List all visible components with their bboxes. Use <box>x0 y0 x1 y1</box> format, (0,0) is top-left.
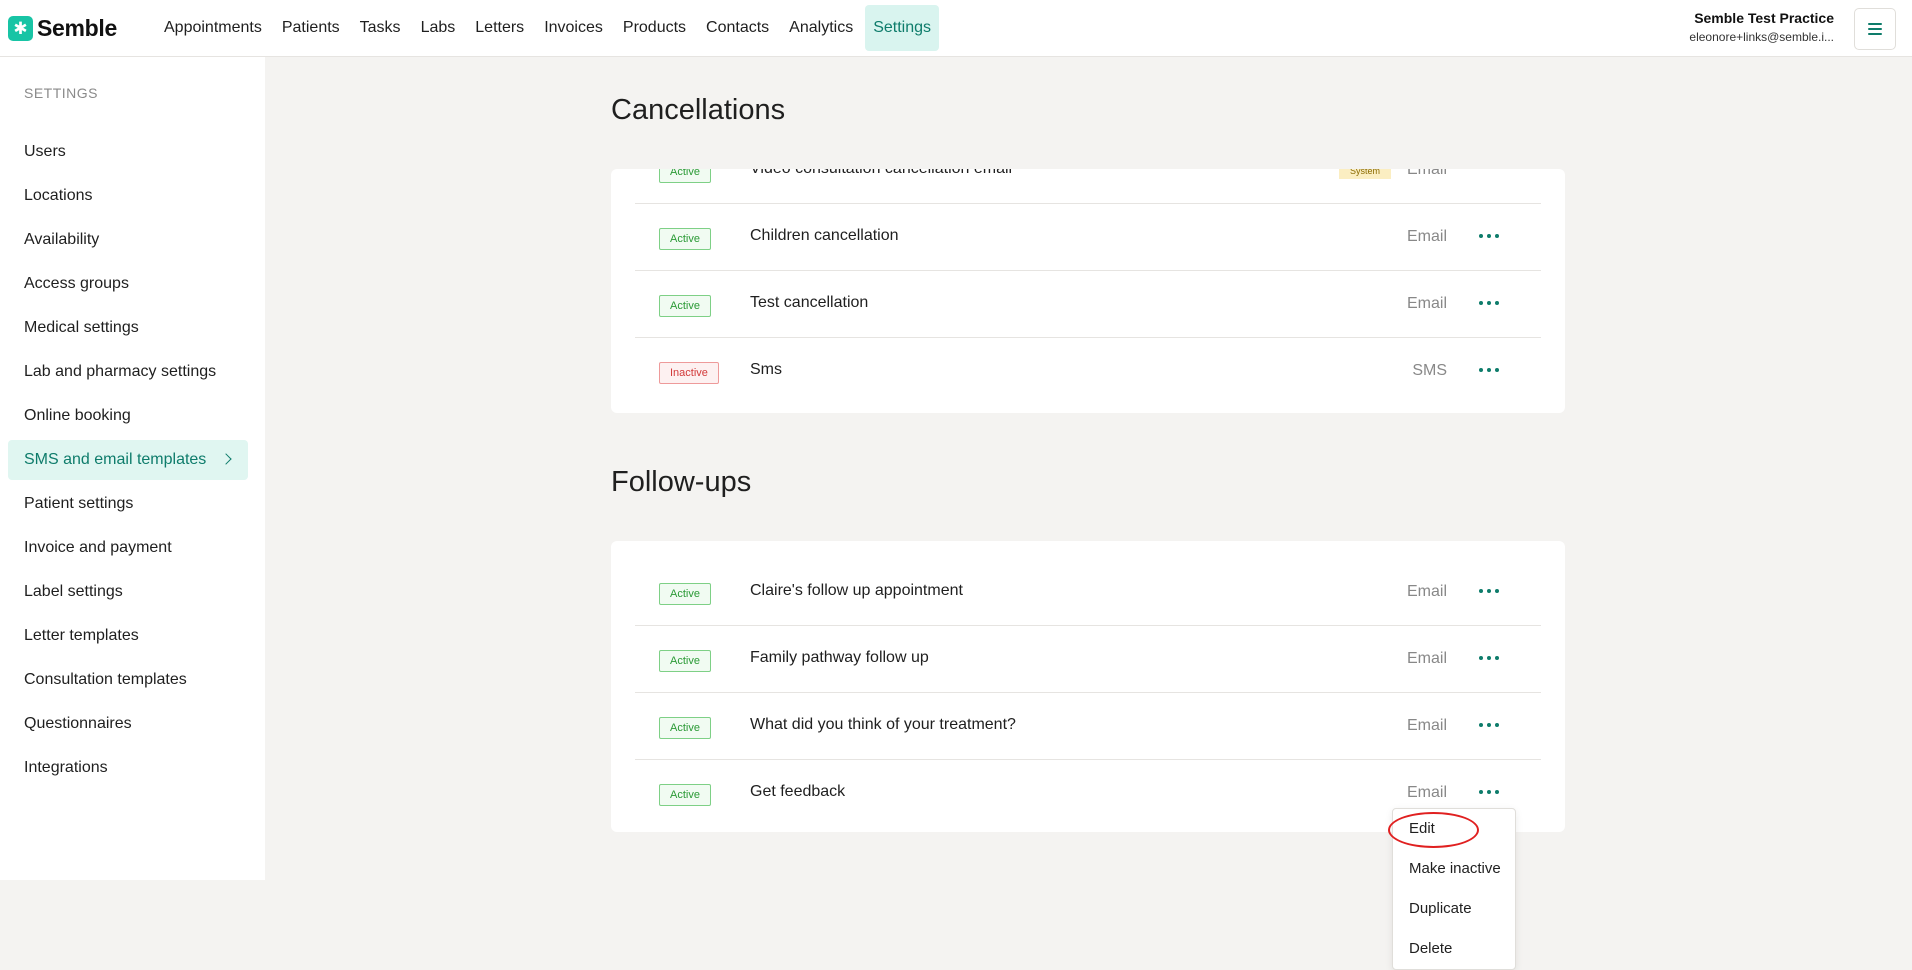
row-actions-menu: Edit Make inactive Duplicate Delete <box>1392 808 1516 970</box>
main-menu-button[interactable] <box>1854 8 1896 50</box>
menu-item-duplicate[interactable]: Duplicate <box>1409 900 1472 917</box>
menu-item-edit[interactable]: Edit <box>1409 820 1435 837</box>
template-type: Email <box>1406 169 1447 178</box>
nav-appointments[interactable]: Appointments <box>156 5 270 51</box>
more-options-icon[interactable] <box>1477 226 1501 246</box>
brand-name: Semble <box>37 14 118 41</box>
nav-labs[interactable]: Labs <box>413 5 464 51</box>
nav-products[interactable]: Products <box>615 5 694 51</box>
template-type: Email <box>1406 583 1447 600</box>
sidebar-list: Users Locations Availability Access grou… <box>8 132 248 792</box>
more-options-icon[interactable] <box>1477 293 1501 313</box>
status-badge: Inactive <box>659 362 719 384</box>
menu-item-make-inactive[interactable]: Make inactive <box>1409 860 1501 877</box>
cancellations-card: Active Video consultation cancellation e… <box>611 169 1565 413</box>
nav-invoices[interactable]: Invoices <box>536 5 611 51</box>
nav-analytics[interactable]: Analytics <box>781 5 861 51</box>
sidebar-item-medical-settings[interactable]: Medical settings <box>8 308 248 348</box>
template-type: SMS <box>1412 362 1447 379</box>
semble-logo-icon: ✱ <box>8 15 33 41</box>
sidebar-item-questionnaires[interactable]: Questionnaires <box>8 704 248 744</box>
nav-letters[interactable]: Letters <box>467 5 532 51</box>
chevron-right-icon <box>220 453 232 465</box>
status-badge: Active <box>659 295 711 317</box>
template-name: What did you think of your treatment? <box>750 716 1016 733</box>
sidebar-item-label: SMS and email templates <box>24 451 207 468</box>
more-options-icon[interactable] <box>1477 715 1501 735</box>
table-row[interactable]: Active Test cancellation Email <box>635 271 1541 338</box>
table-row[interactable]: Active Family pathway follow up Email <box>635 626 1541 693</box>
account-info[interactable]: Semble Test Practice eleonore+links@semb… <box>1654 10 1834 44</box>
practice-name: Semble Test Practice <box>1694 10 1834 26</box>
sidebar-heading: SETTINGS <box>24 85 99 101</box>
cancellations-title: Cancellations <box>611 94 786 126</box>
template-type: Email <box>1406 650 1447 667</box>
sidebar-item-sms-email-templates[interactable]: SMS and email templates <box>8 440 248 480</box>
table-row[interactable]: Active Claire's follow up appointment Em… <box>635 559 1541 626</box>
status-badge: Active <box>659 228 711 250</box>
semble-logo[interactable]: ✱ Semble <box>8 15 148 42</box>
status-badge: Active <box>659 784 711 806</box>
template-name: Children cancellation <box>750 227 899 244</box>
template-type: Email <box>1406 784 1447 801</box>
followups-title: Follow-ups <box>611 466 752 498</box>
template-name: Claire's follow up appointment <box>750 582 963 599</box>
more-options-icon[interactable] <box>1477 360 1501 380</box>
settings-sidebar: SETTINGS Users Locations Availability Ac… <box>0 57 265 880</box>
main-nav: Appointments Patients Tasks Labs Letters… <box>156 0 943 56</box>
sidebar-item-locations[interactable]: Locations <box>8 176 248 216</box>
sidebar-item-label-settings[interactable]: Label settings <box>8 572 248 612</box>
nav-patients[interactable]: Patients <box>274 5 348 51</box>
top-navigation-bar: ✱ Semble Appointments Patients Tasks Lab… <box>0 0 1912 57</box>
sidebar-item-access-groups[interactable]: Access groups <box>8 264 248 304</box>
hamburger-icon <box>1868 23 1882 35</box>
sidebar-item-letter-templates[interactable]: Letter templates <box>8 616 248 656</box>
template-name: Get feedback <box>750 783 846 800</box>
status-badge: Active <box>659 583 711 605</box>
more-options-icon[interactable] <box>1477 648 1501 668</box>
system-tag: System <box>1339 169 1391 179</box>
table-row[interactable]: Inactive Sms SMS <box>635 338 1541 405</box>
sidebar-item-lab-pharmacy[interactable]: Lab and pharmacy settings <box>8 352 248 392</box>
sidebar-item-invoice-payment[interactable]: Invoice and payment <box>8 528 248 568</box>
status-badge: Active <box>659 650 711 672</box>
sidebar-item-online-booking[interactable]: Online booking <box>8 396 248 436</box>
account-email: eleonore+links@semble.i... <box>1689 30 1834 44</box>
nav-settings[interactable]: Settings <box>865 5 940 51</box>
sidebar-item-consultation-templates[interactable]: Consultation templates <box>8 660 248 700</box>
template-name: Sms <box>750 361 782 378</box>
template-type: Email <box>1406 717 1447 734</box>
sidebar-item-users[interactable]: Users <box>8 132 248 172</box>
template-name: Video consultation cancellation email <box>750 169 1012 178</box>
nav-contacts[interactable]: Contacts <box>698 5 777 51</box>
template-type: Email <box>1406 228 1447 245</box>
more-options-icon[interactable] <box>1477 782 1501 802</box>
status-badge: Active <box>659 169 711 183</box>
template-type: Email <box>1406 295 1447 312</box>
sidebar-item-integrations[interactable]: Integrations <box>8 748 248 788</box>
sidebar-item-patient-settings[interactable]: Patient settings <box>8 484 248 524</box>
table-row[interactable]: Active What did you think of your treatm… <box>635 693 1541 760</box>
table-row[interactable]: Active Video consultation cancellation e… <box>635 169 1541 204</box>
sidebar-item-availability[interactable]: Availability <box>8 220 248 260</box>
followups-card: Active Claire's follow up appointment Em… <box>611 541 1565 832</box>
menu-item-delete[interactable]: Delete <box>1409 940 1452 957</box>
status-badge: Active <box>659 717 711 739</box>
template-name: Family pathway follow up <box>750 649 929 666</box>
template-name: Test cancellation <box>750 294 869 311</box>
nav-tasks[interactable]: Tasks <box>352 5 409 51</box>
more-options-icon[interactable] <box>1477 581 1501 601</box>
table-row[interactable]: Active Children cancellation Email <box>635 204 1541 271</box>
